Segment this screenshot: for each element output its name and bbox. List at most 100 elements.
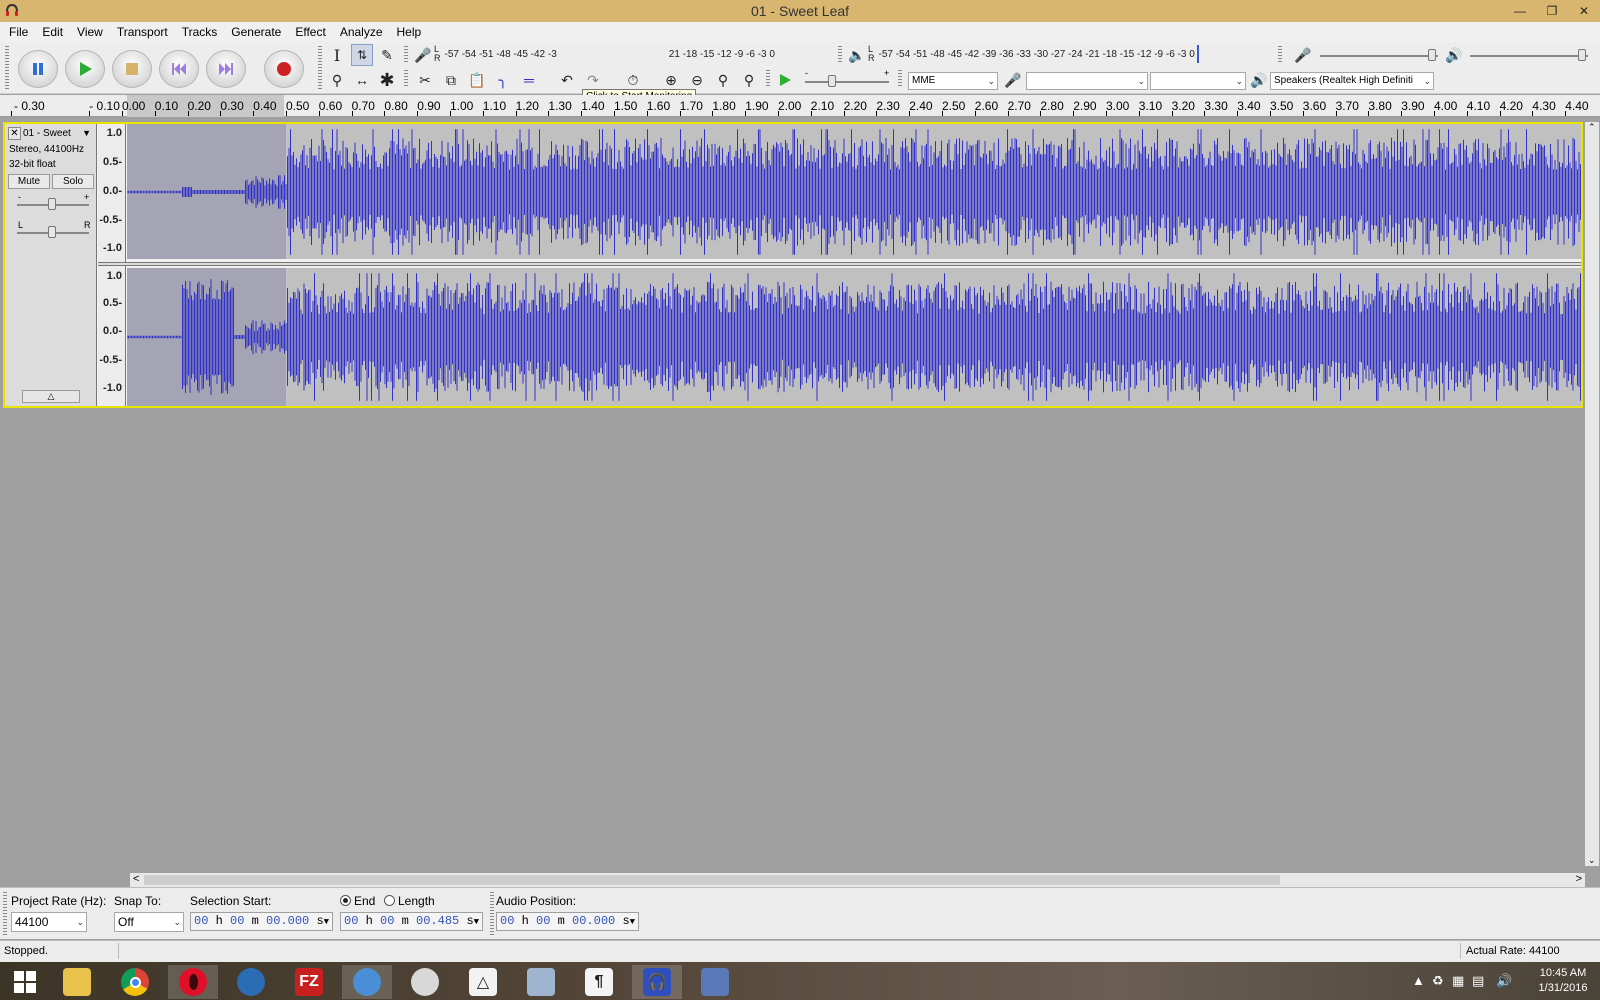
chevron-left-icon[interactable]: < (133, 873, 139, 885)
output-volume-slider[interactable] (1470, 55, 1588, 57)
collapse-track-button[interactable]: △ (22, 390, 80, 403)
track-close-button[interactable]: ✕ (8, 127, 21, 140)
toolbar-grip[interactable] (5, 46, 9, 90)
menu-effect[interactable]: Effect (288, 25, 332, 39)
tray-network-icon[interactable]: ▤ (1472, 973, 1484, 989)
timeline-ruler[interactable]: - 0.30 - 0.10 0.00 0.10 0.20 0.30 0.40 0.50 0.60… (0, 95, 1600, 117)
fit-project-button[interactable]: ⚲ (738, 69, 760, 91)
menu-transport[interactable]: Transport (110, 25, 175, 39)
fit-selection-button[interactable]: ⚲ (712, 69, 734, 91)
tray-app-icon[interactable]: ♻ (1432, 973, 1444, 989)
pause-button[interactable] (18, 50, 58, 88)
draw-tool-button[interactable]: ✎ (376, 44, 398, 66)
close-icon[interactable]: ✕ (1568, 0, 1600, 22)
chevron-down-icon[interactable]: ⌄ (1588, 855, 1596, 866)
input-volume-thumb[interactable] (1428, 49, 1436, 61)
cut-button[interactable]: ✂ (414, 69, 436, 91)
zoom-tool-button[interactable]: ⚲ (326, 69, 348, 91)
paste-button[interactable]: 📋 (466, 69, 488, 91)
multi-tool-button[interactable]: ✱ (376, 69, 398, 91)
taskbar-design-app[interactable] (690, 965, 740, 999)
skip-to-end-button[interactable] (206, 50, 246, 88)
recording-device-select[interactable]: ⌄ (1026, 72, 1148, 90)
chevron-down-icon[interactable]: ▼ (324, 917, 329, 927)
horizontal-scroll-thumb[interactable] (144, 875, 1280, 885)
zoom-in-button[interactable]: ⊕ (660, 69, 682, 91)
selection-start-field[interactable]: 00 h 00 m 00.000 s▼ (190, 912, 333, 931)
taskbar-calculator[interactable] (516, 965, 566, 999)
menu-file[interactable]: File (2, 25, 35, 39)
solo-button[interactable]: Solo (52, 174, 94, 189)
play-at-speed-grip[interactable] (766, 70, 770, 88)
taskbar-metronome[interactable]: △ (458, 965, 508, 999)
time-shift-tool-button[interactable]: ↔ (351, 69, 373, 91)
start-button[interactable] (0, 965, 50, 999)
menu-tracks[interactable]: Tracks (175, 25, 225, 39)
menu-view[interactable]: View (70, 25, 110, 39)
playback-meter-grip[interactable] (838, 46, 842, 64)
audio-position-field[interactable]: 00 h 00 m 00.000 s▼ (496, 912, 639, 931)
selection-tool-button[interactable]: I (326, 44, 348, 66)
snap-to-select[interactable]: Off ⌄ (114, 912, 184, 932)
chevron-up-icon[interactable]: ⌃ (1588, 122, 1596, 133)
record-button[interactable] (264, 50, 304, 88)
selection-toolbar-grip[interactable] (3, 892, 7, 936)
tray-windows-icon[interactable]: ▦ (1452, 973, 1464, 989)
taskbar-media-player[interactable] (400, 965, 450, 999)
trim-button[interactable]: ╮ (492, 69, 514, 91)
horizontal-scrollbar[interactable]: < > (130, 873, 1585, 887)
playback-meter-button[interactable]: 🔈 (846, 44, 868, 66)
tools-grip[interactable] (318, 46, 322, 90)
taskbar-system-tool[interactable] (342, 965, 392, 999)
mixer-grip[interactable] (1278, 46, 1282, 64)
play-at-speed-button[interactable] (774, 69, 796, 91)
playback-device-select[interactable]: Speakers (Realtek High Definiti ⌄ (1270, 72, 1434, 90)
taskbar-filezilla[interactable]: FZ (284, 965, 334, 999)
copy-button[interactable]: ⧉ (440, 69, 462, 91)
chevron-right-icon[interactable]: > (1576, 873, 1582, 885)
chevron-down-icon[interactable]: ▼ (630, 917, 635, 927)
menu-help[interactable]: Help (390, 25, 429, 39)
device-toolbar-grip[interactable] (898, 70, 902, 88)
silence-button[interactable]: ═ (518, 69, 540, 91)
envelope-tool-button[interactable]: ⇅ (351, 44, 373, 66)
skip-to-start-button[interactable] (159, 50, 199, 88)
selection-end-field[interactable]: 00 h 00 m 00.485 s▼ (340, 912, 483, 931)
zoom-out-button[interactable]: ⊖ (686, 69, 708, 91)
menu-analyze[interactable]: Analyze (333, 25, 390, 39)
record-meter-button[interactable]: 🎤 (412, 44, 434, 66)
menu-generate[interactable]: Generate (224, 25, 288, 39)
sync-lock-button[interactable]: ⏱ (622, 69, 644, 91)
taskbar-audacity[interactable]: 🎧 (632, 965, 682, 999)
restore-icon[interactable]: ❐ (1536, 0, 1568, 22)
menu-edit[interactable]: Edit (35, 25, 70, 39)
record-meter-grip[interactable] (404, 46, 408, 64)
taskbar-opera[interactable] (168, 965, 218, 999)
taskbar-thunderbird[interactable] (226, 965, 276, 999)
recording-channels-select[interactable]: ⌄ (1150, 72, 1246, 90)
output-volume-thumb[interactable] (1578, 49, 1586, 61)
host-select[interactable]: MME ⌄ (908, 72, 998, 90)
play-speed-slider[interactable] (805, 81, 889, 83)
waveform-display[interactable] (127, 124, 1581, 406)
pan-slider-thumb[interactable] (48, 226, 56, 238)
playback-meter[interactable]: LR -57 -54 -51 -48 -45 -42 -39 -36 -33 -… (868, 44, 1268, 64)
tray-volume-icon[interactable]: 🔊 (1496, 973, 1512, 989)
tray-expand-icon[interactable]: ▲ (1412, 973, 1425, 988)
record-meter[interactable]: LR -57 -54 -51 -48 -45 -42 -3 21 -18 -15… (434, 44, 834, 64)
end-radio[interactable]: End (340, 894, 375, 908)
audio-track[interactable]: ✕ 01 - Sweet ▼ Stereo, 44100Hz 32-bit fl… (3, 122, 1583, 408)
taskbar-chrome[interactable] (110, 965, 160, 999)
taskbar-file-explorer[interactable] (52, 965, 102, 999)
play-button[interactable] (65, 50, 105, 88)
track-name-menu[interactable]: 01 - Sweet ▼ (23, 127, 93, 140)
chevron-down-icon[interactable]: ▼ (474, 917, 479, 927)
length-radio[interactable]: Length (384, 894, 435, 908)
gain-slider-thumb[interactable] (48, 198, 56, 210)
input-volume-slider[interactable] (1320, 55, 1438, 57)
edit-toolbar-grip[interactable] (404, 70, 408, 88)
taskbar-wordpad[interactable]: ¶ (574, 965, 624, 999)
redo-button[interactable]: ↷ (582, 69, 604, 91)
taskbar-clock[interactable]: 10:45 AM 1/31/2016 (1530, 966, 1596, 996)
vertical-scrollbar[interactable]: ⌃ ⌄ (1585, 122, 1599, 866)
